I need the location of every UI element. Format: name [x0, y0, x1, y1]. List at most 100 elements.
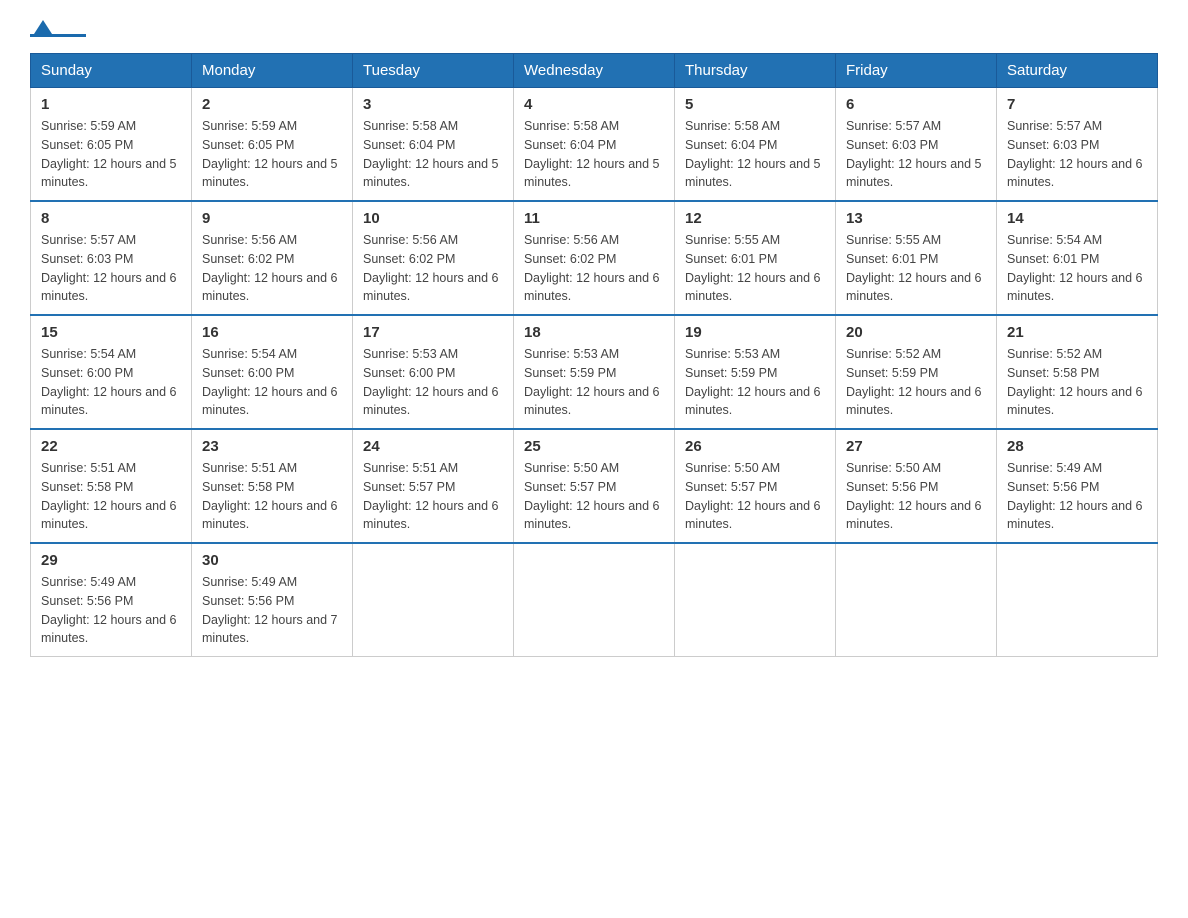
day-cell: 25 Sunrise: 5:50 AM Sunset: 5:57 PM Dayl…: [514, 429, 675, 543]
day-cell: 5 Sunrise: 5:58 AM Sunset: 6:04 PM Dayli…: [675, 88, 836, 202]
day-number: 4: [524, 96, 664, 113]
header-tuesday: Tuesday: [353, 54, 514, 88]
day-cell: 19 Sunrise: 5:53 AM Sunset: 5:59 PM Dayl…: [675, 315, 836, 429]
day-number: 5: [685, 96, 825, 113]
day-number: 8: [41, 210, 181, 227]
day-cell: 26 Sunrise: 5:50 AM Sunset: 5:57 PM Dayl…: [675, 429, 836, 543]
day-info: Sunrise: 5:58 AM Sunset: 6:04 PM Dayligh…: [363, 117, 503, 192]
day-info: Sunrise: 5:54 AM Sunset: 6:00 PM Dayligh…: [202, 345, 342, 420]
day-cell: 4 Sunrise: 5:58 AM Sunset: 6:04 PM Dayli…: [514, 88, 675, 202]
day-number: 17: [363, 324, 503, 341]
day-cell: 30 Sunrise: 5:49 AM Sunset: 5:56 PM Dayl…: [192, 543, 353, 657]
day-number: 2: [202, 96, 342, 113]
day-cell: 16 Sunrise: 5:54 AM Sunset: 6:00 PM Dayl…: [192, 315, 353, 429]
day-number: 21: [1007, 324, 1147, 341]
day-cell: [997, 543, 1158, 657]
day-info: Sunrise: 5:54 AM Sunset: 6:00 PM Dayligh…: [41, 345, 181, 420]
day-info: Sunrise: 5:51 AM Sunset: 5:57 PM Dayligh…: [363, 459, 503, 534]
day-info: Sunrise: 5:49 AM Sunset: 5:56 PM Dayligh…: [1007, 459, 1147, 534]
day-info: Sunrise: 5:53 AM Sunset: 5:59 PM Dayligh…: [524, 345, 664, 420]
day-cell: 24 Sunrise: 5:51 AM Sunset: 5:57 PM Dayl…: [353, 429, 514, 543]
day-cell: 3 Sunrise: 5:58 AM Sunset: 6:04 PM Dayli…: [353, 88, 514, 202]
day-info: Sunrise: 5:52 AM Sunset: 5:58 PM Dayligh…: [1007, 345, 1147, 420]
logo-underline: [30, 34, 86, 37]
day-cell: 13 Sunrise: 5:55 AM Sunset: 6:01 PM Dayl…: [836, 201, 997, 315]
day-number: 27: [846, 438, 986, 455]
calendar-table: SundayMondayTuesdayWednesdayThursdayFrid…: [30, 53, 1158, 657]
day-info: Sunrise: 5:49 AM Sunset: 5:56 PM Dayligh…: [202, 573, 342, 648]
day-cell: [836, 543, 997, 657]
day-info: Sunrise: 5:55 AM Sunset: 6:01 PM Dayligh…: [685, 231, 825, 306]
day-info: Sunrise: 5:56 AM Sunset: 6:02 PM Dayligh…: [202, 231, 342, 306]
day-cell: [675, 543, 836, 657]
day-info: Sunrise: 5:51 AM Sunset: 5:58 PM Dayligh…: [41, 459, 181, 534]
day-cell: 10 Sunrise: 5:56 AM Sunset: 6:02 PM Dayl…: [353, 201, 514, 315]
header-saturday: Saturday: [997, 54, 1158, 88]
day-number: 13: [846, 210, 986, 227]
day-number: 12: [685, 210, 825, 227]
week-row-3: 15 Sunrise: 5:54 AM Sunset: 6:00 PM Dayl…: [31, 315, 1158, 429]
day-cell: 18 Sunrise: 5:53 AM Sunset: 5:59 PM Dayl…: [514, 315, 675, 429]
day-number: 16: [202, 324, 342, 341]
day-info: Sunrise: 5:51 AM Sunset: 5:58 PM Dayligh…: [202, 459, 342, 534]
day-info: Sunrise: 5:57 AM Sunset: 6:03 PM Dayligh…: [846, 117, 986, 192]
day-cell: [353, 543, 514, 657]
day-info: Sunrise: 5:52 AM Sunset: 5:59 PM Dayligh…: [846, 345, 986, 420]
day-cell: 22 Sunrise: 5:51 AM Sunset: 5:58 PM Dayl…: [31, 429, 192, 543]
day-number: 29: [41, 552, 181, 569]
day-cell: 29 Sunrise: 5:49 AM Sunset: 5:56 PM Dayl…: [31, 543, 192, 657]
day-number: 3: [363, 96, 503, 113]
day-info: Sunrise: 5:57 AM Sunset: 6:03 PM Dayligh…: [41, 231, 181, 306]
week-row-2: 8 Sunrise: 5:57 AM Sunset: 6:03 PM Dayli…: [31, 201, 1158, 315]
day-number: 1: [41, 96, 181, 113]
day-cell: 2 Sunrise: 5:59 AM Sunset: 6:05 PM Dayli…: [192, 88, 353, 202]
day-info: Sunrise: 5:59 AM Sunset: 6:05 PM Dayligh…: [202, 117, 342, 192]
week-row-4: 22 Sunrise: 5:51 AM Sunset: 5:58 PM Dayl…: [31, 429, 1158, 543]
day-number: 15: [41, 324, 181, 341]
day-cell: 20 Sunrise: 5:52 AM Sunset: 5:59 PM Dayl…: [836, 315, 997, 429]
day-number: 25: [524, 438, 664, 455]
day-cell: 9 Sunrise: 5:56 AM Sunset: 6:02 PM Dayli…: [192, 201, 353, 315]
day-info: Sunrise: 5:50 AM Sunset: 5:57 PM Dayligh…: [685, 459, 825, 534]
day-cell: 8 Sunrise: 5:57 AM Sunset: 6:03 PM Dayli…: [31, 201, 192, 315]
day-info: Sunrise: 5:55 AM Sunset: 6:01 PM Dayligh…: [846, 231, 986, 306]
calendar-body: 1 Sunrise: 5:59 AM Sunset: 6:05 PM Dayli…: [31, 88, 1158, 657]
day-info: Sunrise: 5:58 AM Sunset: 6:04 PM Dayligh…: [524, 117, 664, 192]
page-header: [30, 20, 1158, 37]
day-cell: 6 Sunrise: 5:57 AM Sunset: 6:03 PM Dayli…: [836, 88, 997, 202]
day-info: Sunrise: 5:53 AM Sunset: 6:00 PM Dayligh…: [363, 345, 503, 420]
day-cell: 17 Sunrise: 5:53 AM Sunset: 6:00 PM Dayl…: [353, 315, 514, 429]
day-cell: 7 Sunrise: 5:57 AM Sunset: 6:03 PM Dayli…: [997, 88, 1158, 202]
day-number: 28: [1007, 438, 1147, 455]
day-info: Sunrise: 5:56 AM Sunset: 6:02 PM Dayligh…: [524, 231, 664, 306]
day-cell: 1 Sunrise: 5:59 AM Sunset: 6:05 PM Dayli…: [31, 88, 192, 202]
header-row: SundayMondayTuesdayWednesdayThursdayFrid…: [31, 54, 1158, 88]
day-number: 23: [202, 438, 342, 455]
week-row-5: 29 Sunrise: 5:49 AM Sunset: 5:56 PM Dayl…: [31, 543, 1158, 657]
day-info: Sunrise: 5:50 AM Sunset: 5:56 PM Dayligh…: [846, 459, 986, 534]
header-monday: Monday: [192, 54, 353, 88]
day-info: Sunrise: 5:57 AM Sunset: 6:03 PM Dayligh…: [1007, 117, 1147, 192]
calendar-header: SundayMondayTuesdayWednesdayThursdayFrid…: [31, 54, 1158, 88]
day-info: Sunrise: 5:50 AM Sunset: 5:57 PM Dayligh…: [524, 459, 664, 534]
day-number: 20: [846, 324, 986, 341]
day-number: 14: [1007, 210, 1147, 227]
day-info: Sunrise: 5:49 AM Sunset: 5:56 PM Dayligh…: [41, 573, 181, 648]
week-row-1: 1 Sunrise: 5:59 AM Sunset: 6:05 PM Dayli…: [31, 88, 1158, 202]
day-info: Sunrise: 5:54 AM Sunset: 6:01 PM Dayligh…: [1007, 231, 1147, 306]
day-cell: 15 Sunrise: 5:54 AM Sunset: 6:00 PM Dayl…: [31, 315, 192, 429]
day-number: 10: [363, 210, 503, 227]
header-thursday: Thursday: [675, 54, 836, 88]
day-cell: 27 Sunrise: 5:50 AM Sunset: 5:56 PM Dayl…: [836, 429, 997, 543]
day-number: 26: [685, 438, 825, 455]
day-number: 22: [41, 438, 181, 455]
day-cell: 14 Sunrise: 5:54 AM Sunset: 6:01 PM Dayl…: [997, 201, 1158, 315]
day-number: 24: [363, 438, 503, 455]
logo: [30, 20, 90, 37]
day-cell: 23 Sunrise: 5:51 AM Sunset: 5:58 PM Dayl…: [192, 429, 353, 543]
day-info: Sunrise: 5:53 AM Sunset: 5:59 PM Dayligh…: [685, 345, 825, 420]
header-wednesday: Wednesday: [514, 54, 675, 88]
day-cell: 12 Sunrise: 5:55 AM Sunset: 6:01 PM Dayl…: [675, 201, 836, 315]
day-info: Sunrise: 5:58 AM Sunset: 6:04 PM Dayligh…: [685, 117, 825, 192]
day-number: 30: [202, 552, 342, 569]
